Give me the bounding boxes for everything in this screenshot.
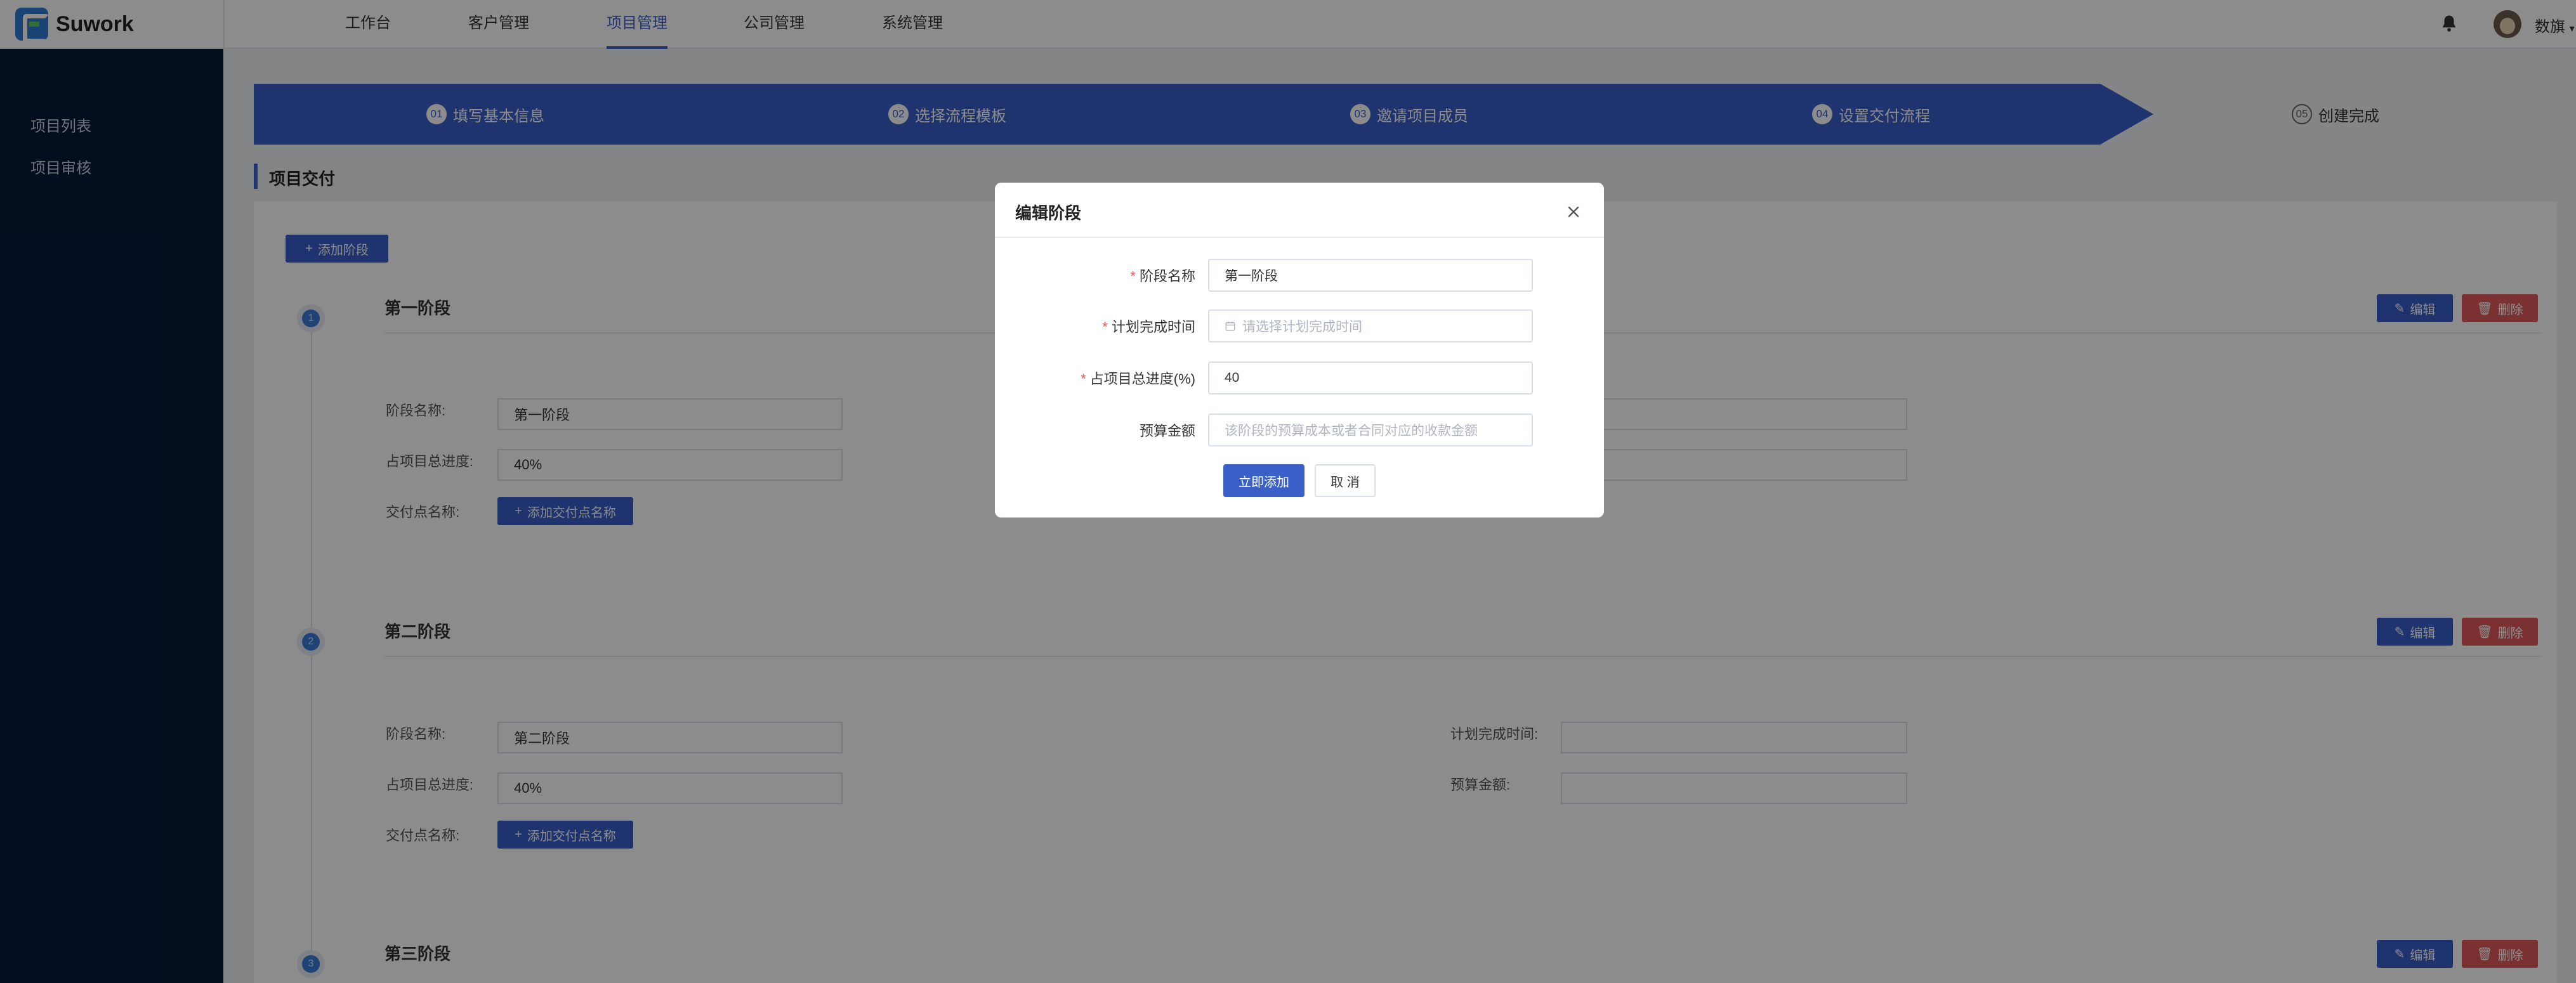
budget-label: 预算金额 [995, 420, 1195, 440]
budget-label-text: 预算金额 [1139, 423, 1195, 439]
edit-stage-modal: 编辑阶段 * 阶段名称 第一阶段 * 计划完成时间 请选择计划完成时间 * 占项目总进… [995, 183, 1604, 518]
required-mark: * [1102, 319, 1108, 335]
modal-title: 编辑阶段 [1015, 204, 1082, 223]
stage-name-input[interactable]: 第一阶段 [1208, 259, 1533, 292]
progress-label-text: 占项目总进度(%) [1089, 371, 1195, 387]
progress-value: 40 [1225, 370, 1240, 385]
submit-button[interactable]: 立即添加 [1223, 464, 1304, 497]
plan-time-placeholder: 请选择计划完成时间 [1242, 320, 1362, 334]
stage-name-label: * 阶段名称 [995, 265, 1195, 285]
budget-placeholder: 该阶段的预算成本或者合同对应的收款金额 [1225, 424, 1478, 438]
plan-time-picker[interactable]: 请选择计划完成时间 [1208, 309, 1533, 342]
close-icon[interactable] [1566, 204, 1581, 219]
calendar-icon [1225, 322, 1235, 331]
modal-divider [995, 237, 1604, 238]
budget-input[interactable]: 该阶段的预算成本或者合同对应的收款金额 [1208, 413, 1533, 446]
required-mark: * [1130, 268, 1136, 284]
stage-name-label-text: 阶段名称 [1139, 268, 1195, 284]
progress-input[interactable]: 40 [1208, 361, 1533, 394]
stage-name-value: 第一阶段 [1225, 269, 1278, 283]
required-mark: * [1081, 371, 1086, 387]
cancel-button[interactable]: 取 消 [1315, 464, 1376, 497]
plan-time-label: * 计划完成时间 [995, 316, 1195, 336]
plan-time-label-text: 计划完成时间 [1111, 319, 1195, 335]
progress-label: * 占项目总进度(%) [995, 368, 1195, 388]
